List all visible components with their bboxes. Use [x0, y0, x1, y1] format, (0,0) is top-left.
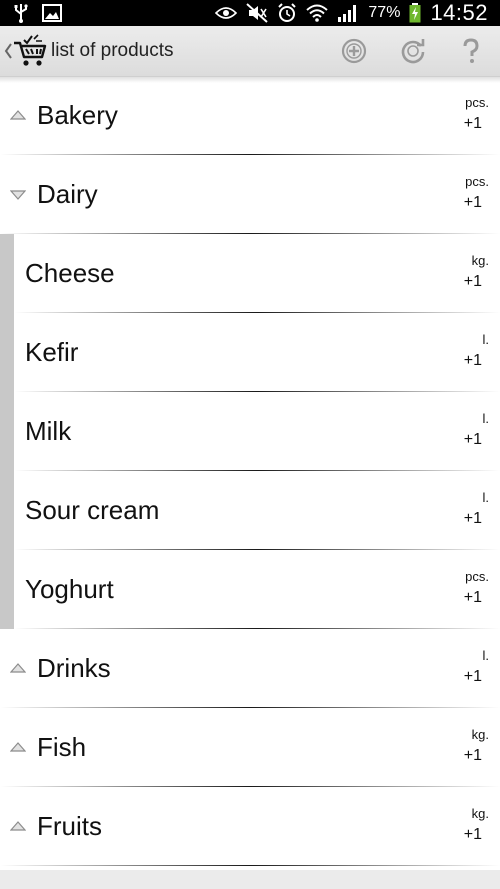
refresh-icon[interactable] [399, 37, 427, 65]
collapse-up-icon[interactable] [10, 663, 26, 673]
increment-button[interactable]: +1 [464, 431, 482, 449]
alarm-icon [278, 3, 297, 22]
item-unit: pcs. [465, 95, 489, 110]
status-bar: 77% 14:52 [0, 0, 500, 26]
item-name: Sour cream [25, 495, 160, 525]
collapse-up-icon[interactable] [10, 821, 26, 831]
item-name: Drinks [37, 653, 111, 683]
category-row[interactable]: Bakery pcs. +1 [0, 76, 500, 155]
status-bar-left [14, 3, 62, 23]
row-divider [0, 865, 500, 866]
item-name: Milk [25, 416, 72, 446]
wifi-icon [306, 4, 329, 22]
category-row[interactable]: Fish kg. +1 [0, 708, 500, 787]
item-name: Cheese [25, 258, 115, 288]
category-row[interactable]: Dairy pcs. +1 [0, 155, 500, 234]
usb-icon [14, 4, 28, 23]
product-row[interactable]: Yoghurt pcs. +1 [0, 550, 500, 629]
add-icon[interactable] [340, 37, 368, 65]
item-unit: l. [482, 411, 490, 426]
increment-button[interactable]: +1 [464, 352, 482, 370]
increment-button[interactable]: +1 [464, 510, 482, 528]
status-bar-right: 77% 14:52 [215, 0, 488, 26]
item-unit: l. [482, 648, 490, 663]
battery-charging-icon [409, 3, 421, 23]
item-unit: pcs. [465, 569, 489, 584]
item-name: Dairy [37, 179, 98, 209]
item-name: Fish [37, 732, 87, 762]
cart-logo-icon[interactable] [12, 33, 48, 69]
increment-button[interactable]: +1 [464, 273, 482, 291]
increment-button[interactable]: +1 [464, 115, 482, 133]
product-row[interactable]: Milk l. +1 [0, 392, 500, 471]
help-icon[interactable] [457, 37, 485, 65]
increment-button[interactable]: +1 [464, 747, 482, 765]
action-bar: list of products [0, 26, 500, 77]
product-row[interactable]: Kefir l. +1 [0, 313, 500, 392]
product-row[interactable]: Cheese kg. +1 [0, 234, 500, 313]
increment-button[interactable]: +1 [464, 194, 482, 212]
screen-title: list of products [51, 40, 174, 61]
item-unit: l. [482, 332, 490, 347]
increment-button[interactable]: +1 [464, 668, 482, 686]
battery-percent: 77% [368, 4, 401, 21]
increment-button[interactable]: +1 [464, 826, 482, 844]
category-row[interactable]: Drinks l. +1 [0, 629, 500, 708]
image-icon [42, 4, 62, 22]
item-name: Yoghurt [25, 574, 114, 604]
increment-button[interactable]: +1 [464, 589, 482, 607]
item-unit: l. [482, 490, 490, 505]
signal-icon [338, 5, 357, 22]
product-row[interactable]: Sour cream l. +1 [0, 471, 500, 550]
eye-icon [215, 7, 238, 19]
collapse-up-icon[interactable] [10, 742, 26, 752]
item-name: Bakery [37, 100, 118, 130]
bottom-strip [0, 870, 500, 889]
clock: 14:52 [430, 0, 488, 25]
product-list: Bakery pcs. +1 Dairy pcs. +1 Cheese kg. +1 Kefir l… [0, 76, 500, 866]
item-name: Fruits [37, 811, 102, 841]
action-bar-shadow [0, 77, 500, 83]
item-name: Kefir [25, 337, 79, 367]
item-unit: kg. [471, 727, 489, 742]
item-unit: pcs. [465, 174, 489, 189]
item-unit: kg. [471, 253, 489, 268]
collapse-up-icon[interactable] [10, 110, 26, 120]
category-row[interactable]: Fruits kg. +1 [0, 787, 500, 866]
item-unit: kg. [471, 806, 489, 821]
expand-down-icon[interactable] [10, 190, 26, 200]
mute-icon [246, 3, 269, 23]
